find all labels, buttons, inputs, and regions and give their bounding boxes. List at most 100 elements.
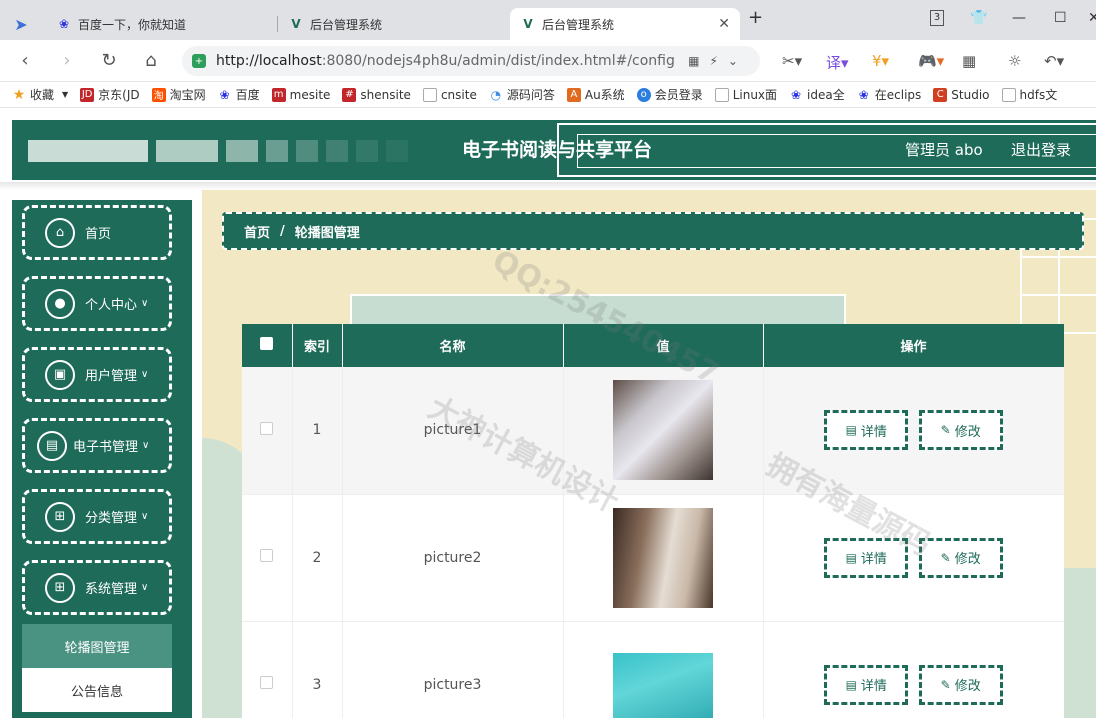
bookmark-item[interactable]: hdfs文 bbox=[1001, 86, 1057, 103]
chevron-down-icon: ∨ bbox=[141, 369, 149, 380]
jd-icon: JD bbox=[80, 87, 95, 102]
url-bar[interactable]: + http://localhost :8080/nodejs4ph8u/adm… bbox=[182, 46, 760, 76]
edit-button[interactable]: ✎ 修改 bbox=[918, 410, 1003, 451]
sidebar-item-label: 用户管理 bbox=[85, 369, 138, 384]
bookmark-item[interactable]: ❀ idea全 bbox=[789, 86, 845, 103]
studio-icon: C bbox=[933, 87, 948, 102]
tab-admin-1[interactable]: V 后台管理系统 bbox=[278, 8, 508, 40]
header-decoration bbox=[266, 140, 288, 162]
scissors-icon[interactable]: ✂▾ bbox=[782, 52, 802, 70]
detail-button[interactable]: ▤ 详情 bbox=[824, 664, 909, 705]
tab-admin-active[interactable]: V 后台管理系统 ✕ bbox=[510, 8, 740, 40]
sidebar-item-system[interactable]: ⊞ 系统管理 ∨ bbox=[22, 560, 172, 615]
sidebar-item-categories[interactable]: ⊞ 分类管理 ∨ bbox=[22, 489, 172, 544]
address-toolbar: ‹ › ↻ ⌂ + http://localhost :8080/nodejs4… bbox=[0, 40, 1096, 82]
row-select-cell bbox=[242, 494, 293, 622]
url-tools-icon[interactable]: ▦⚡⌄ bbox=[688, 54, 748, 68]
bookmark-item[interactable]: cnsite bbox=[422, 87, 477, 102]
brightness-icon[interactable]: ☼ bbox=[1008, 52, 1021, 70]
close-window-icon[interactable]: ✕ bbox=[1088, 10, 1096, 26]
bookmark-label: 在eclips bbox=[874, 88, 922, 102]
breadcrumb-home[interactable]: 首页 bbox=[244, 222, 270, 241]
close-tab-icon[interactable]: ✕ bbox=[718, 16, 730, 32]
row-name: picture1 bbox=[342, 367, 564, 495]
minimize-icon[interactable]: — bbox=[1012, 10, 1026, 26]
bookmark-label: mesite bbox=[289, 87, 331, 102]
detail-button[interactable]: ▤ 详情 bbox=[824, 410, 909, 451]
logout-button[interactable]: 退出登录 bbox=[1011, 120, 1071, 180]
bookmark-item[interactable]: Linux面 bbox=[714, 86, 777, 103]
baidu-paw-icon: ❀ bbox=[219, 87, 230, 102]
row-name: picture3 bbox=[342, 621, 564, 718]
header-decoration bbox=[28, 140, 148, 162]
bookmark-label: Au系统 bbox=[584, 88, 625, 102]
bookmark-label: Studio bbox=[951, 87, 990, 102]
edit-button[interactable]: ✎ 修改 bbox=[918, 537, 1003, 578]
sidebar: ⌂ 首页 ● 个人中心 ∨ ▣ 用户管理 ∨ ▤ 电子书管理 ∨ ⊞ 分类管理 … bbox=[12, 200, 192, 718]
back-icon[interactable]: ‹ bbox=[14, 50, 36, 72]
bookmark-label: 京东(JD bbox=[98, 88, 140, 102]
header-decoration bbox=[296, 140, 318, 162]
new-tab-button[interactable]: + bbox=[748, 7, 763, 28]
document-icon: ▤ bbox=[845, 550, 857, 565]
maximize-icon[interactable]: ☐ bbox=[1054, 10, 1067, 26]
coin-icon[interactable]: ¥▾ bbox=[872, 52, 889, 70]
bookmark-item[interactable]: m mesite bbox=[271, 87, 331, 102]
bookmark-item[interactable]: # shensite bbox=[342, 87, 411, 102]
bookmark-label: 淘宝网 bbox=[169, 88, 206, 102]
bookmark-item[interactable]: ◔ 源码问答 bbox=[489, 86, 555, 103]
translate-icon[interactable]: 译▾ bbox=[826, 52, 849, 73]
bookmark-item[interactable]: ★ 收藏 ▼ bbox=[12, 86, 68, 103]
row-checkbox[interactable] bbox=[260, 549, 274, 562]
submenu-carousel[interactable]: 轮播图管理 bbox=[22, 624, 172, 668]
browser-menu-button[interactable]: ➤ bbox=[4, 8, 44, 40]
bookmark-item[interactable]: C Studio bbox=[933, 87, 990, 102]
bookmark-item[interactable]: ❀ 百度 bbox=[218, 86, 260, 103]
undo-icon[interactable]: ↶▾ bbox=[1044, 52, 1064, 70]
pencil-icon: ✎ bbox=[940, 423, 951, 438]
mesite-icon: m bbox=[271, 87, 286, 102]
browser-tab-bar: ➤ ❀ 百度一下，你就知道 V 后台管理系统 V 后台管理系统 ✕ + 3 👕 … bbox=[0, 0, 1096, 40]
sidebar-item-profile[interactable]: ● 个人中心 ∨ bbox=[22, 276, 172, 331]
sidebar-item-label: 系统管理 bbox=[85, 582, 138, 597]
submenu-notice[interactable]: 公告信息 bbox=[22, 668, 172, 712]
bookmark-item[interactable]: A Au系统 bbox=[566, 86, 625, 103]
book-photo-image bbox=[613, 652, 713, 718]
bookmark-item[interactable]: o 会员登录 bbox=[636, 86, 703, 103]
gamepad-icon[interactable]: 🎮▾ bbox=[918, 52, 944, 70]
url-path: :8080/nodejs4ph8u/admin/dist/index.html#… bbox=[321, 53, 675, 69]
home-browser-icon[interactable]: ⌂ bbox=[140, 50, 162, 72]
sidebar-item-ebooks[interactable]: ▤ 电子书管理 ∨ bbox=[22, 418, 172, 473]
reload-icon[interactable]: ↻ bbox=[98, 50, 120, 72]
row-checkbox[interactable] bbox=[260, 676, 274, 689]
user-icon: ● bbox=[45, 288, 75, 319]
app-header: 电子书阅读与共享平台 管理员 abo 退出登录 bbox=[12, 120, 1096, 180]
sidebar-item-home[interactable]: ⌂ 首页 bbox=[22, 205, 172, 260]
forward-icon[interactable]: › bbox=[56, 50, 78, 72]
vue-logo-icon: V bbox=[291, 17, 301, 31]
shirt-icon[interactable]: 👕 bbox=[970, 10, 987, 26]
apps-grid-icon[interactable]: ▦ bbox=[962, 52, 976, 70]
bookmark-item[interactable]: ❀ 在eclips bbox=[857, 86, 922, 103]
au-icon: A bbox=[566, 87, 581, 102]
select-all-checkbox[interactable] bbox=[260, 337, 274, 350]
bookmark-label: 收藏 bbox=[30, 88, 55, 102]
select-all-header[interactable] bbox=[242, 324, 293, 367]
edit-button[interactable]: ✎ 修改 bbox=[918, 664, 1003, 705]
tab-count-badge[interactable]: 3 bbox=[930, 10, 944, 26]
tab-baidu[interactable]: ❀ 百度一下，你就知道 bbox=[46, 8, 276, 40]
detail-button[interactable]: ▤ 详情 bbox=[824, 537, 909, 578]
sidebar-item-users[interactable]: ▣ 用户管理 ∨ bbox=[22, 347, 172, 402]
baidu-paw-icon: ❀ bbox=[791, 87, 802, 102]
baidu-paw-icon: ❀ bbox=[58, 17, 70, 31]
url-host: http://localhost bbox=[216, 53, 322, 69]
app-title: 电子书阅读与共享平台 bbox=[462, 139, 653, 161]
sidebar-item-label: 电子书管理 bbox=[73, 440, 139, 455]
current-user: 管理员 abo bbox=[905, 141, 983, 159]
row-checkbox[interactable] bbox=[260, 421, 274, 435]
baidu-paw-icon: ❀ bbox=[858, 87, 869, 102]
bookmark-label: idea全 bbox=[807, 88, 845, 102]
row-actions: ▤ 详情 ✎ 修改 bbox=[763, 621, 1064, 718]
bookmark-item[interactable]: 淘淘宝网 bbox=[151, 86, 206, 103]
bookmark-item[interactable]: JD 京东(JD bbox=[80, 86, 140, 103]
